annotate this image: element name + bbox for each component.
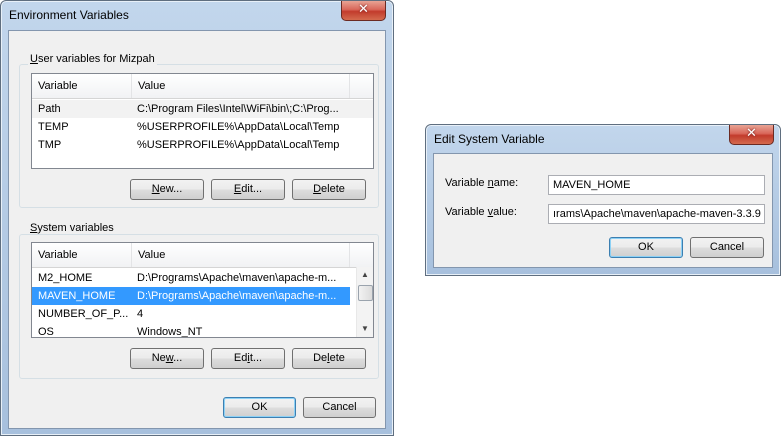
column-header-value[interactable]: Value	[132, 243, 350, 267]
column-header-variable[interactable]: Variable	[32, 243, 132, 267]
list-item-selected[interactable]: MAVEN_HOME D:\Programs\Apache\maven\apac…	[32, 287, 350, 305]
close-button[interactable]: ✕	[341, 1, 386, 21]
dialog-client-area: Variable name: MAVEN_HOME Variable value…	[433, 153, 773, 268]
user-delete-button[interactable]: Delete	[292, 179, 366, 200]
system-variables-list[interactable]: Variable Value M2_HOME D:\Programs\Apach…	[31, 242, 374, 338]
variable-value-label: Variable value:	[445, 206, 517, 218]
list-header: Variable Value	[32, 74, 373, 99]
list-item[interactable]: TEMP %USERPROFILE%\AppData\Local\Temp	[32, 118, 373, 136]
edit-system-variable-window: Edit System Variable ✕ Variable name: MA…	[425, 124, 781, 276]
title-bar[interactable]: Environment Variables ✕	[1, 1, 393, 29]
column-header-value[interactable]: Value	[132, 74, 350, 98]
window-title: Environment Variables	[9, 8, 129, 22]
cancel-button[interactable]: Cancel	[690, 237, 764, 258]
system-variables-label: System variables	[28, 222, 116, 234]
vertical-scrollbar[interactable]: ▲ ▼	[356, 267, 373, 337]
list-item[interactable]: M2_HOME D:\Programs\Apache\maven\apache-…	[32, 269, 350, 287]
variable-name-field[interactable]: MAVEN_HOME	[548, 175, 765, 195]
system-new-button[interactable]: New...	[130, 348, 204, 369]
title-bar[interactable]: Edit System Variable ✕	[426, 125, 780, 153]
close-icon: ✕	[358, 2, 369, 17]
user-edit-button[interactable]: Edit...	[211, 179, 285, 200]
list-item[interactable]: TMP %USERPROFILE%\AppData\Local\Temp	[32, 136, 373, 154]
list-header: Variable Value	[32, 243, 373, 268]
system-edit-button[interactable]: Edit...	[211, 348, 285, 369]
user-new-button[interactable]: New...	[130, 179, 204, 200]
system-delete-button[interactable]: Delete	[292, 348, 366, 369]
environment-variables-window: Environment Variables ✕ User variables f…	[0, 0, 394, 436]
close-button[interactable]: ✕	[729, 125, 774, 145]
scrollbar-thumb[interactable]	[358, 285, 373, 301]
close-icon: ✕	[746, 126, 757, 141]
window-title: Edit System Variable	[434, 132, 545, 146]
list-item[interactable]: NUMBER_OF_P... 4	[32, 305, 350, 323]
chevron-up-icon[interactable]: ▲	[357, 267, 373, 283]
ok-button[interactable]: OK	[223, 397, 296, 418]
variable-name-label: Variable name:	[445, 177, 519, 189]
user-variables-list[interactable]: Variable Value Path C:\Program Files\Int…	[31, 73, 374, 169]
list-item[interactable]: Path C:\Program Files\Intel\WiFi\bin\;C:…	[32, 100, 373, 118]
chevron-down-icon[interactable]: ▼	[357, 321, 373, 337]
list-item[interactable]: OS Windows_NT	[32, 323, 350, 337]
column-header-variable[interactable]: Variable	[32, 74, 132, 98]
window-client-area: User variables for Mizpah Variable Value…	[8, 30, 386, 429]
variable-value-field[interactable]: ırams\Apache\maven\apache-maven-3.3.9	[548, 204, 765, 224]
cancel-button[interactable]: Cancel	[303, 397, 376, 418]
ok-button[interactable]: OK	[609, 237, 683, 258]
user-variables-label: User variables for Mizpah	[28, 53, 157, 65]
